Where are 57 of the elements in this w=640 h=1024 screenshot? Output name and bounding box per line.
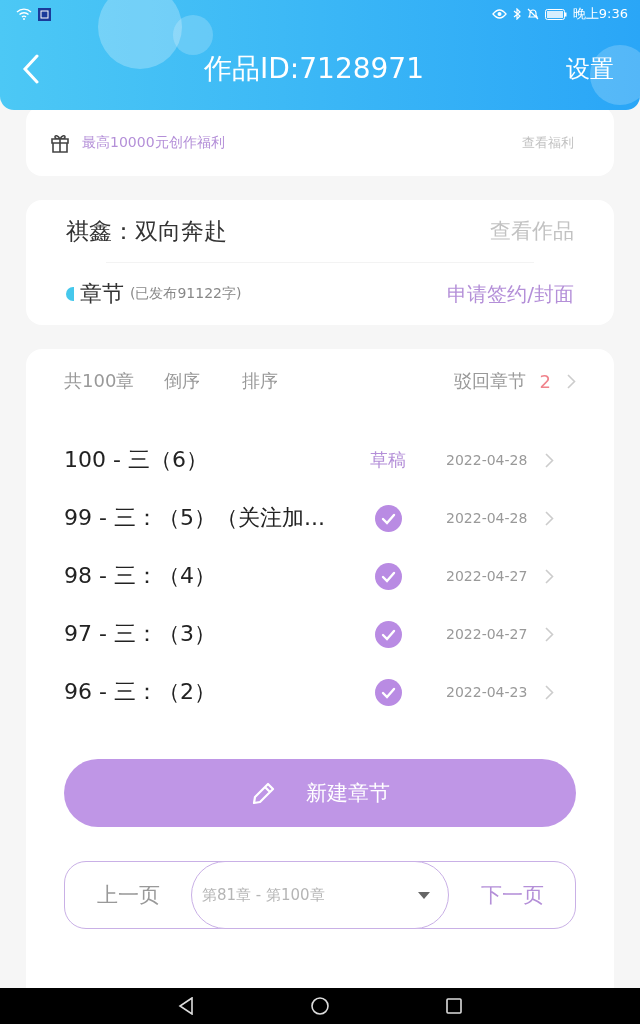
draft-label: 草稿 bbox=[370, 448, 406, 472]
chapter-row[interactable]: 97 - 三：（3） 2022-04-27 bbox=[64, 605, 576, 663]
recents-nav-icon[interactable] bbox=[445, 998, 462, 1014]
chapter-row[interactable]: 100 - 三（6） 草稿 2022-04-28 bbox=[64, 431, 576, 489]
chapter-row[interactable]: 96 - 三：（2） 2022-04-23 bbox=[64, 663, 576, 721]
gift-icon bbox=[50, 133, 70, 153]
bluetooth-icon bbox=[512, 8, 521, 20]
rejected-link[interactable]: 驳回章节 bbox=[453, 369, 526, 393]
battery-icon bbox=[544, 8, 567, 20]
check-icon bbox=[374, 562, 402, 590]
section-title: 章节 bbox=[80, 280, 124, 308]
status-time: 晚上9:36 bbox=[572, 5, 628, 23]
chevron-right-icon bbox=[545, 626, 555, 642]
prev-page-button[interactable]: 上一页 bbox=[65, 862, 191, 928]
home-nav-icon[interactable] bbox=[311, 997, 329, 1015]
bell-muted-icon bbox=[526, 8, 539, 20]
chapter-title: 97 - 三：（3） bbox=[64, 620, 217, 648]
welfare-text: 最高10000元创作福利 bbox=[82, 134, 226, 152]
section-marker bbox=[66, 287, 74, 301]
chapter-range-select[interactable]: 第81章 - 第100章 bbox=[191, 861, 449, 929]
chapter-total: 共100章 bbox=[64, 369, 135, 393]
chapter-date: 2022-04-23 bbox=[446, 684, 528, 700]
check-icon bbox=[374, 620, 402, 648]
chevron-right-icon bbox=[545, 684, 555, 700]
chevron-right-icon bbox=[545, 568, 555, 584]
sort-tab[interactable]: 倒序 bbox=[164, 369, 201, 393]
chapter-date: 2022-04-28 bbox=[446, 452, 528, 468]
new-chapter-button[interactable]: 新建章节 bbox=[64, 759, 576, 827]
chapter-title: 100 - 三（6） bbox=[64, 446, 209, 474]
view-work-link[interactable]: 查看作品 bbox=[490, 217, 574, 245]
sort-tab[interactable]: 排序 bbox=[242, 369, 279, 393]
word-count: (已发布91122字) bbox=[130, 285, 242, 303]
chapter-date: 2022-04-28 bbox=[446, 510, 528, 526]
apply-link[interactable]: 申请签约/封面 bbox=[447, 280, 574, 308]
chapter-title: 99 - 三：（5）（关注加... bbox=[64, 504, 326, 532]
check-icon bbox=[374, 504, 402, 532]
wifi-icon bbox=[16, 8, 32, 20]
page-title: 作品ID:7128971 bbox=[204, 51, 424, 87]
chapter-title: 98 - 三：（4） bbox=[64, 562, 217, 590]
check-icon bbox=[374, 678, 402, 706]
app-icon bbox=[38, 7, 51, 21]
next-page-button[interactable]: 下一页 bbox=[449, 862, 575, 928]
view-welfare-link[interactable]: 查看福利 bbox=[522, 134, 574, 152]
chapter-title: 96 - 三：（2） bbox=[64, 678, 217, 706]
chapter-row[interactable]: 98 - 三：（4） 2022-04-27 bbox=[64, 547, 576, 605]
settings-link[interactable]: 设置 bbox=[566, 53, 614, 85]
chapter-row[interactable]: 99 - 三：（5）（关注加... 2022-04-28 bbox=[64, 489, 576, 547]
rejected-count: 2 bbox=[539, 370, 551, 392]
chevron-right-icon bbox=[545, 452, 555, 468]
eye-icon bbox=[491, 9, 507, 19]
chapter-date: 2022-04-27 bbox=[446, 568, 528, 584]
dropdown-icon bbox=[418, 891, 430, 899]
chevron-right-icon bbox=[545, 510, 555, 526]
chapter-date: 2022-04-27 bbox=[446, 626, 528, 642]
work-title: 祺鑫：双向奔赴 bbox=[66, 216, 227, 246]
back-nav-icon[interactable] bbox=[178, 997, 195, 1015]
chevron-right-icon bbox=[567, 373, 576, 389]
